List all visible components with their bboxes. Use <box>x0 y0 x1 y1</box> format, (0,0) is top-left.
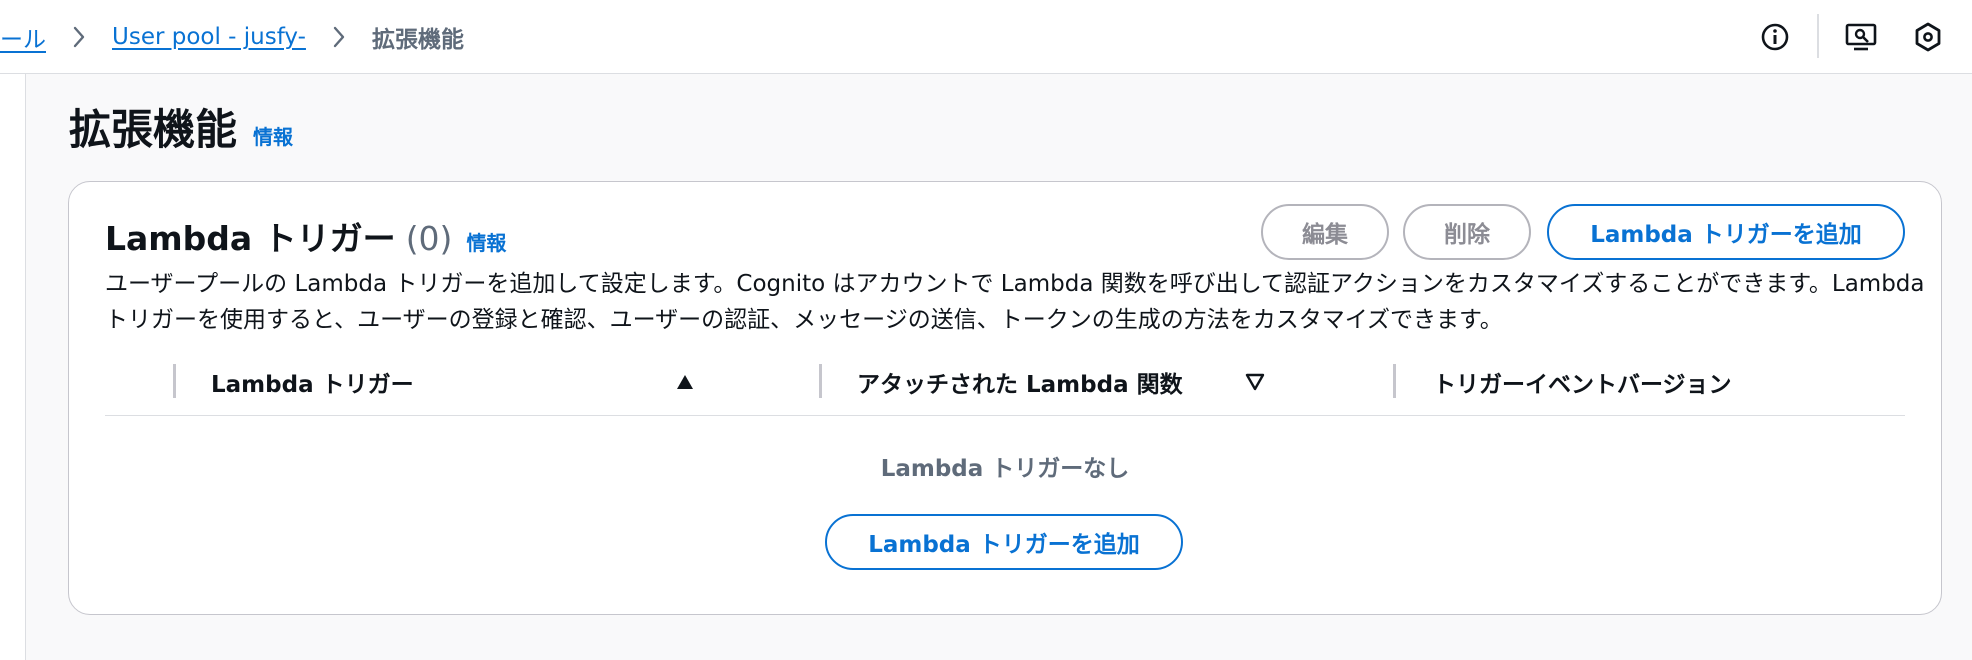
settings-hex-icon[interactable] <box>1910 19 1946 55</box>
delete-button[interactable]: 削除 <box>1403 204 1531 260</box>
column-divider <box>173 364 176 398</box>
page-info-link[interactable]: 情報 <box>253 121 293 150</box>
column-header-event-version[interactable]: トリガーイベントバージョン <box>1433 352 1732 412</box>
item-count: (0) <box>405 219 453 258</box>
column-header-lambda-trigger[interactable]: Lambda トリガー <box>211 352 414 412</box>
breadcrumb-current: 拡張機能 <box>371 27 464 53</box>
card-header: Lambda トリガー (0) 情報 <box>105 212 506 260</box>
sort-ascending-icon[interactable] <box>673 370 697 394</box>
breadcrumb: ール User pool - jusfy- 拡張機能 <box>0 0 464 74</box>
side-navigation-rail <box>0 74 26 660</box>
card-description: ユーザープールの Lambda トリガーを追加して設定します。Cognito は… <box>105 271 1925 333</box>
column-divider <box>1393 364 1396 398</box>
monitor-feedback-icon[interactable] <box>1843 19 1879 55</box>
empty-state-add-button[interactable]: Lambda トリガーを追加 <box>825 514 1183 570</box>
column-header-attached-function[interactable]: アタッチされた Lambda 関数 <box>857 352 1183 412</box>
breadcrumb-link-user-pools[interactable]: ール <box>0 20 46 54</box>
lambda-triggers-container: Lambda トリガー (0) 情報 編集 削除 Lambda トリガーを追加 … <box>68 181 1942 615</box>
card-title: Lambda トリガー <box>105 219 396 258</box>
chevron-right-icon <box>324 26 354 48</box>
page-title: 拡張機能 <box>69 105 238 154</box>
top-bar: ール User pool - jusfy- 拡張機能 <box>0 0 1972 74</box>
sort-descending-icon[interactable] <box>1243 370 1267 394</box>
card-info-link[interactable]: 情報 <box>466 227 506 256</box>
chevron-right-icon <box>64 26 94 48</box>
utility-divider <box>1817 14 1819 58</box>
column-divider <box>819 364 822 398</box>
info-icon[interactable] <box>1757 19 1793 55</box>
add-lambda-trigger-button[interactable]: Lambda トリガーを追加 <box>1547 204 1905 260</box>
breadcrumb-link-user-pool[interactable]: User pool - jusfy- <box>112 24 306 50</box>
page-header: 拡張機能 情報 <box>69 96 293 157</box>
empty-state-text: Lambda トリガーなし <box>880 456 1130 482</box>
table-header: Lambda トリガー アタッチされた Lambda 関数 トリガーイベントバー… <box>105 352 1905 416</box>
edit-button[interactable]: 編集 <box>1261 204 1389 260</box>
